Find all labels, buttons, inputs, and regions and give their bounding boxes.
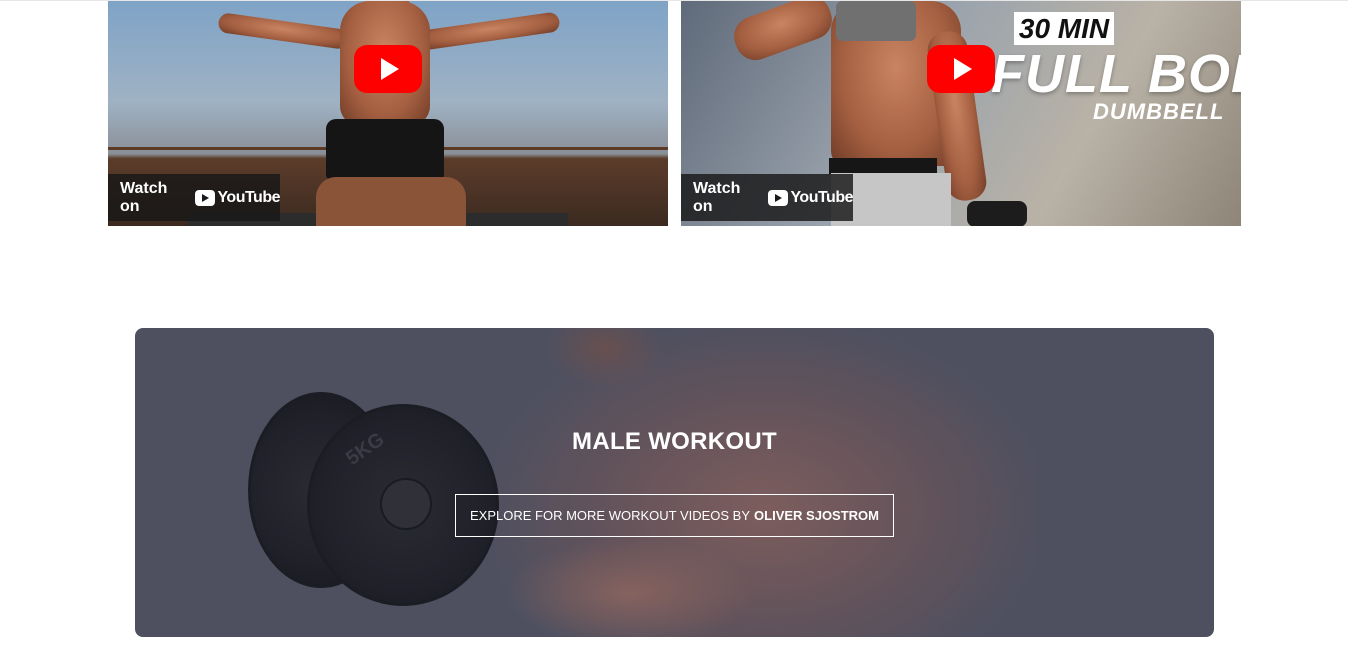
play-button[interactable] [927,45,995,93]
duration-badge: 30 MIN [1014,12,1114,45]
play-icon [954,58,972,80]
dumbbell [967,201,1027,226]
video-embed-upper-body[interactable]: Watch on YouTube [108,1,668,226]
explore-videos-button[interactable]: EXPLORE FOR MORE WORKOUT VIDEOS BY OLIVE… [455,494,894,537]
male-workout-banner: 5KG MALE WORKOUT EXPLORE FOR MORE WORKOU… [135,328,1214,637]
athlete-shorts [326,119,444,179]
watch-on-youtube-link[interactable]: Watch on YouTube [681,174,853,221]
explore-button-prefix: EXPLORE FOR MORE WORKOUT VIDEOS BY [470,508,751,523]
youtube-logo-icon [767,189,789,206]
bodybuilder-arm [505,538,755,637]
thumbnail-headline: FULL BODY [991,44,1241,104]
athlete-right-arm [419,11,561,51]
watch-on-label: Watch on [120,179,168,215]
athlete-left-arm [217,12,349,50]
watch-on-label: Watch on [693,179,741,215]
youtube-logo-icon [194,189,216,206]
dumbbell-hub [380,478,432,530]
youtube-wordmark: YouTube [217,188,280,206]
towel [836,1,916,41]
youtube-wordmark: YouTube [790,188,853,206]
athlete-raised-arm [728,1,838,66]
thumbnail-subheadline: DUMBBELL [1093,99,1225,124]
explore-button-author: OLIVER SJOSTROM [754,508,879,523]
watch-on-youtube-link[interactable]: Watch on YouTube [108,174,280,221]
play-button[interactable] [354,45,422,93]
athlete-legs [316,177,466,226]
athlete-waistband [829,158,937,174]
video-embed-full-body-dumbbell[interactable]: 30 MIN FULL BODY DUMBBELL Watch on YouTu… [681,1,1241,226]
play-icon [381,58,399,80]
banner-title: MALE WORKOUT [572,428,777,455]
